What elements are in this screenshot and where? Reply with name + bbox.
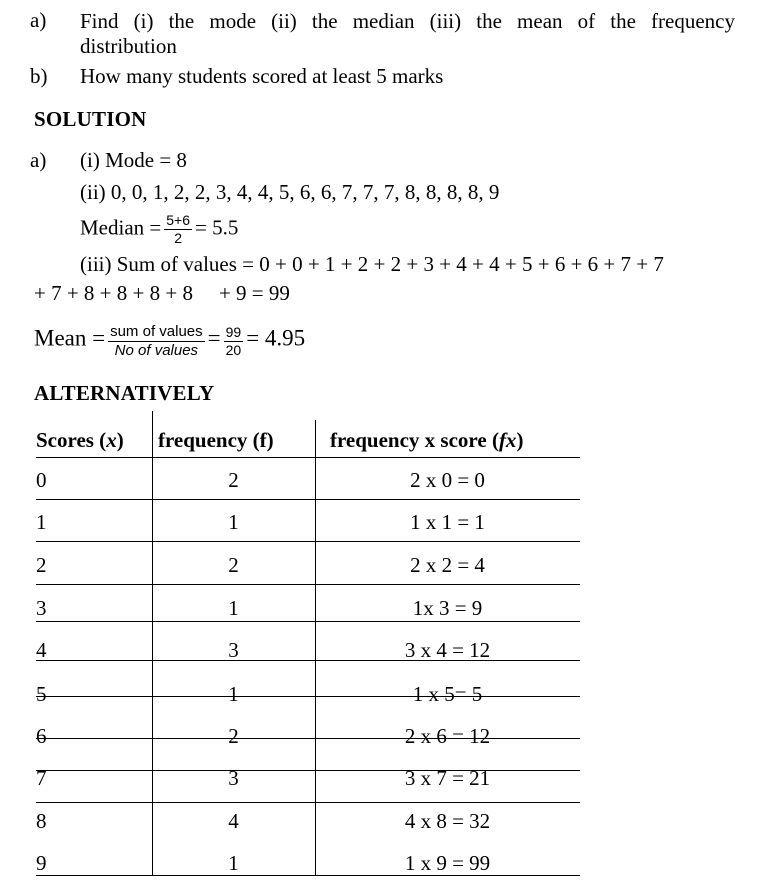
- table-row: 9: [36, 851, 47, 875]
- table-row-rule: [36, 584, 580, 585]
- table-row: 1: [228, 596, 239, 620]
- table-row: 6: [36, 724, 47, 748]
- table-row: 2 x 6 = 12: [404, 724, 491, 748]
- table-row-rule: [36, 802, 580, 803]
- table-row-rule: [36, 738, 580, 739]
- table-row: 5: [36, 682, 47, 706]
- table-row: 3: [36, 596, 47, 620]
- table-row: 1: [228, 510, 239, 534]
- table-row: 1 x 1 = 1: [410, 510, 485, 534]
- table-row: 2: [36, 553, 47, 577]
- table-row: 1 x 5= 5: [412, 682, 483, 706]
- document-page: a) Find (i) the mode (ii) the median (ii…: [0, 0, 768, 890]
- table-row: 1: [36, 510, 47, 534]
- variable-x: x: [106, 428, 117, 452]
- table-row-rule: [36, 770, 580, 771]
- table-header-rule: [36, 457, 580, 458]
- table-row: 4 x 8 = 32: [404, 809, 491, 833]
- table-row-rule: [36, 621, 580, 622]
- table-bottom-rule: [36, 875, 580, 876]
- table-row: 0: [36, 468, 47, 492]
- table-row: 2: [228, 724, 239, 748]
- table-row-rule: [36, 696, 580, 697]
- frequency-table: Scores (x) frequency (f) frequency x sco…: [0, 0, 768, 890]
- table-row: 4: [228, 809, 239, 833]
- table-row: 1: [228, 682, 239, 706]
- table-row: 1 x 9 = 99: [404, 851, 491, 875]
- variable-fx: fx: [498, 428, 517, 452]
- table-row: 2: [228, 468, 239, 492]
- table-header-product: frequency x score (fx): [330, 428, 524, 452]
- table-row-rule: [36, 499, 580, 500]
- table-header-frequency: frequency (f): [158, 428, 274, 452]
- table-row: 2 x 0 = 0: [410, 468, 485, 492]
- table-row: 1: [228, 851, 239, 875]
- table-row: 2 x 2 = 4: [410, 553, 485, 577]
- table-row: 8: [36, 809, 47, 833]
- table-header-scores: Scores (x): [36, 428, 124, 452]
- table-row: 2: [228, 553, 239, 577]
- table-row: 1x 3 = 9: [412, 596, 483, 620]
- table-row-rule: [36, 660, 580, 661]
- table-row-rule: [36, 541, 580, 542]
